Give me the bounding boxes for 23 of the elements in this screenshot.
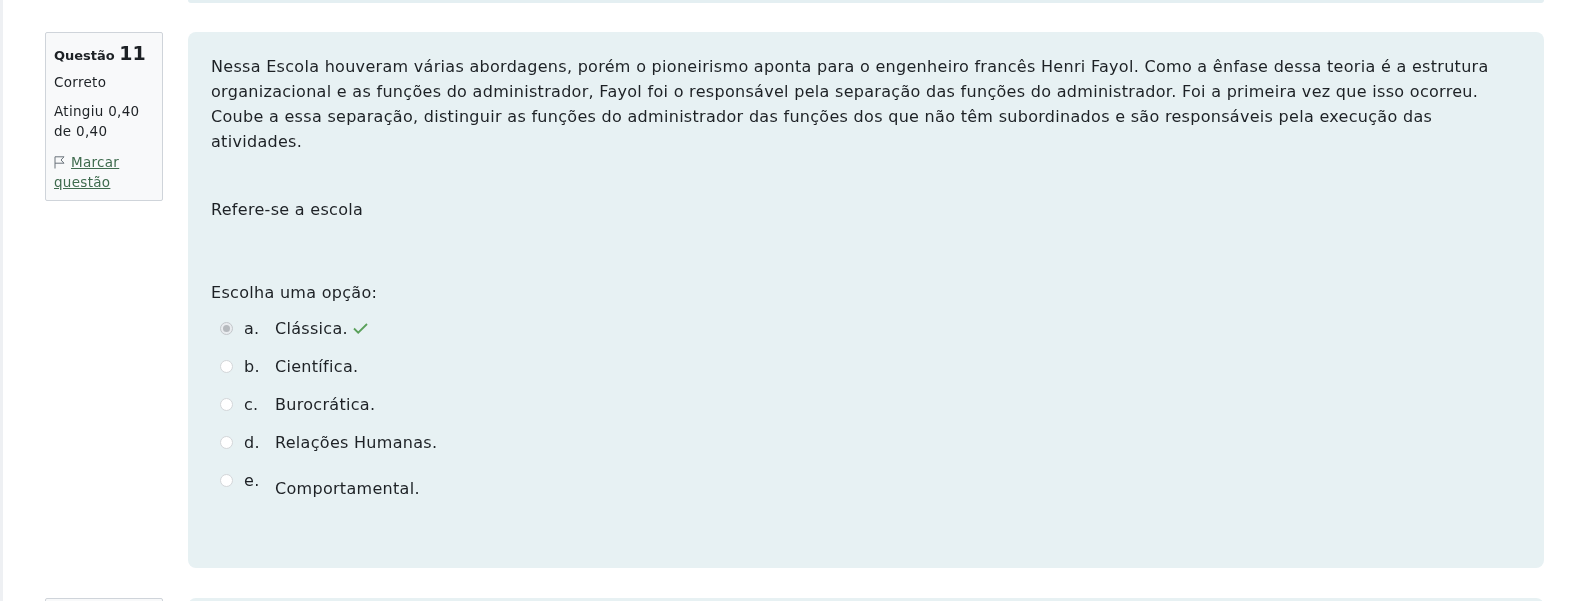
radio-button[interactable] — [220, 435, 233, 449]
question-status: Correto — [54, 73, 108, 92]
radio-button[interactable] — [220, 359, 233, 373]
flag-icon — [54, 156, 65, 169]
question-grade: Atingiu 0,40 de 0,40 — [54, 102, 141, 141]
option-text: Comportamental. — [275, 477, 420, 500]
option-letter: a. — [244, 317, 261, 340]
option-letter: b. — [244, 355, 261, 378]
option-text: Clássica. — [275, 317, 348, 340]
option-text: Burocrática. — [275, 393, 376, 416]
choice-prompt: Escolha uma opção: — [211, 282, 379, 304]
option-letter: d. — [244, 431, 261, 454]
flag-question-link[interactable]: Marcar questão — [54, 152, 150, 192]
option-text: Científica. — [275, 355, 359, 378]
radio-button[interactable] — [220, 321, 233, 335]
option-letter: c. — [244, 393, 260, 416]
question-number: Questão 11 — [54, 41, 147, 66]
radio-button[interactable] — [220, 397, 233, 411]
option-text: Relações Humanas. — [275, 431, 438, 454]
option-letter: e. — [244, 469, 261, 492]
question-text: Nessa Escola houveram várias abordagens, porém o pioneirismo aponta para o engenheiro francês Henri Fayol. Como a ênfase dessa teoria é a estrutura organizacional e as funções do administrador, Fayol foi o responsável pela separação das funções do administrador. Foi a primeira vez que isso ocorreu. Coube a essa separação, distinguir as funções do administrador das funções dos que não têm subordinados e são responsáveis pela execução das atividades. — [211, 56, 1490, 153]
question-text: Refere-se a escola — [211, 199, 365, 221]
radio-button[interactable] — [220, 473, 233, 487]
